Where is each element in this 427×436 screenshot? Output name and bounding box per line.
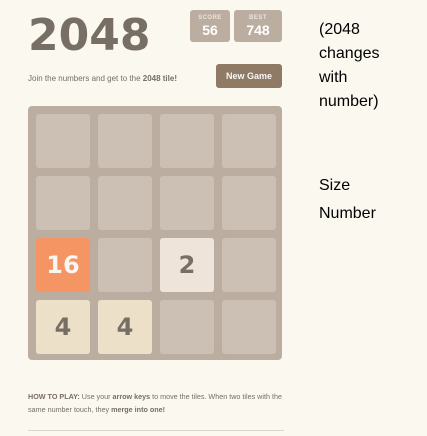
- grid-cell: [98, 114, 152, 168]
- new-game-button[interactable]: New Game: [216, 64, 282, 88]
- tile-4: 4: [98, 300, 152, 354]
- grid-cell: [160, 114, 214, 168]
- best-score-box: BEST 748: [234, 10, 282, 42]
- how-to-play-text-1: Use your: [79, 392, 113, 401]
- annotation-line: with: [319, 69, 348, 86]
- divider: [28, 430, 284, 431]
- annotation-line: number): [319, 93, 379, 110]
- how-to-play-merge: merge into one!: [111, 405, 166, 414]
- how-to-play-keys: arrow keys: [112, 392, 151, 401]
- game-title: 2048: [28, 10, 151, 61]
- how-to-play-label: HOW TO PLAY:: [28, 392, 80, 401]
- best-score-label: BEST: [248, 15, 267, 21]
- grid-cell: [36, 114, 90, 168]
- best-score-value: 748: [246, 22, 270, 38]
- intro-text: Join the numbers and get to the: [28, 74, 143, 83]
- tile-16: 16: [36, 238, 90, 292]
- score-box: SCORE 56: [190, 10, 230, 42]
- annotation-line: (2048: [319, 21, 360, 38]
- tile-4: 4: [36, 300, 90, 354]
- grid-cell: [98, 238, 152, 292]
- grid-cell: [160, 176, 214, 230]
- grid-cell: [222, 238, 276, 292]
- tile-2: 2: [160, 238, 214, 292]
- game-board: 16 2 4 4: [28, 106, 282, 360]
- score-value: 56: [202, 22, 218, 38]
- game-intro: Join the numbers and get to the 2048 til…: [28, 74, 228, 83]
- page: 2048 SCORE 56 BEST 748 Join the numbers …: [0, 0, 427, 436]
- grid-cell: [222, 176, 276, 230]
- score-label: SCORE: [198, 15, 222, 21]
- annotation-line: changes: [319, 45, 380, 62]
- annotation-title-note: (2048 changes with number): [319, 18, 419, 114]
- intro-goal: 2048 tile!: [142, 74, 177, 83]
- grid-cell: [36, 176, 90, 230]
- annotation-number: Number: [319, 205, 376, 222]
- grid-cell: [160, 300, 214, 354]
- grid-cell: [222, 114, 276, 168]
- grid-cell: [98, 176, 152, 230]
- how-to-play: HOW TO PLAY: Use your arrow keys to move…: [28, 390, 284, 416]
- grid-cell: [222, 300, 276, 354]
- annotation-size: Size: [319, 177, 351, 194]
